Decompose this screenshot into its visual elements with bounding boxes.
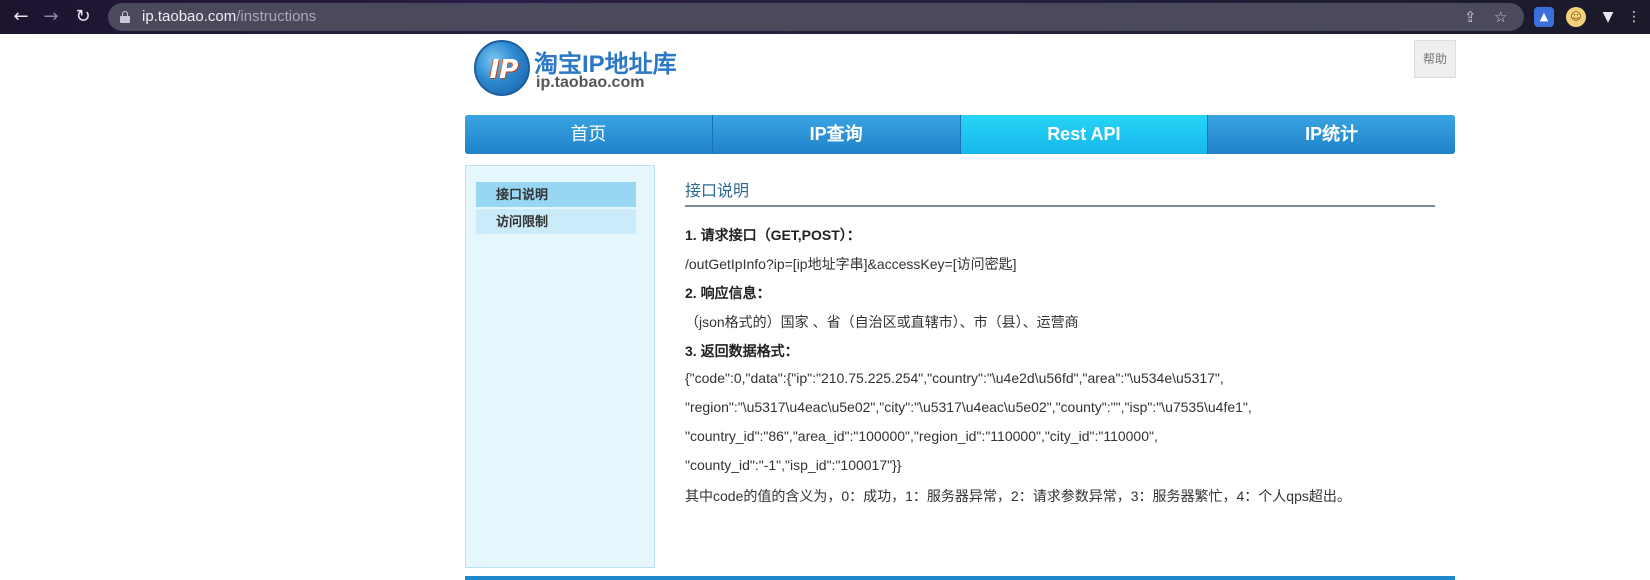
title-divider	[685, 205, 1435, 207]
footer-divider	[465, 576, 1455, 580]
forward-arrow-icon[interactable]: →	[38, 4, 64, 30]
sidebar: 接口说明 访问限制	[465, 165, 655, 568]
page-title: 接口说明	[685, 183, 750, 200]
extension-v-icon[interactable]: ▼	[1598, 7, 1618, 27]
address-bar[interactable]: ip.taobao.com/instructions ⇪ ☆	[108, 3, 1524, 31]
logo-domain: ip.taobao.com	[536, 74, 645, 91]
json-line: {"code":0,"data":{"ip":"210.75.225.254",…	[685, 370, 1224, 386]
bookmark-star-icon[interactable]: ☆	[1494, 3, 1507, 31]
json-line: "country_id":"86","area_id":"100000","re…	[685, 428, 1158, 444]
tab-home[interactable]: 首页	[465, 115, 713, 154]
extension-face-icon[interactable]: ☺	[1566, 7, 1586, 27]
tab-ip-stats[interactable]: IP统计	[1208, 115, 1455, 154]
back-arrow-icon[interactable]: ←	[8, 4, 34, 30]
sidebar-item-access-limits[interactable]: 访问限制	[476, 209, 636, 234]
section-heading-format: 3. 返回数据格式：	[685, 343, 799, 359]
extension-cap-icon[interactable]: ▲	[1534, 7, 1554, 27]
url-path: /instructions	[236, 8, 317, 25]
site-logo[interactable]: IP 淘宝IP地址库 ip.taobao.com	[472, 40, 692, 100]
lock-icon[interactable]	[120, 11, 130, 23]
code-note: 其中code的值的含义为，0：成功，1：服务器异常，2：请求参数异常，3：服务器…	[685, 488, 1351, 504]
globe-logo-icon: IP	[474, 40, 530, 96]
menu-icon[interactable]: ⋮	[1624, 7, 1644, 27]
reload-icon[interactable]: ↻	[70, 4, 96, 30]
section-heading-request: 1. 请求接口（GET,POST）：	[685, 227, 861, 243]
section-heading-response: 2. 响应信息：	[685, 285, 771, 301]
sidebar-item-api-description[interactable]: 接口说明	[476, 182, 636, 207]
browser-toolbar: ← → ↻ ip.taobao.com/instructions ⇪ ☆ ▲ ☺…	[0, 0, 1650, 34]
request-url: /outGetIpInfo?ip=[ip地址字串]&accessKey=[访问密…	[685, 256, 1017, 272]
share-icon[interactable]: ⇪	[1464, 3, 1477, 31]
help-button[interactable]: 帮助	[1414, 40, 1456, 78]
main-nav: 首页 IP查询 Rest API IP统计	[465, 115, 1455, 154]
tab-rest-api[interactable]: Rest API	[960, 115, 1209, 154]
tab-ip-query[interactable]: IP查询	[712, 115, 961, 154]
response-info: （json格式的）国家 、省（自治区或直辖市）、市（县）、运营商	[685, 314, 1079, 330]
url-host: ip.taobao.com	[142, 8, 237, 25]
url-text[interactable]: ip.taobao.com/instructions	[142, 3, 316, 31]
main-content: 接口说明 1. 请求接口（GET,POST）： /outGetIpInfo?ip…	[685, 165, 1435, 565]
json-line: "region":"\u5317\u4eac\u5e02","city":"\u…	[685, 399, 1252, 415]
json-line: "county_id":"-1","isp_id":"100017"}}	[685, 457, 902, 473]
logo-badge: IP	[489, 55, 519, 85]
